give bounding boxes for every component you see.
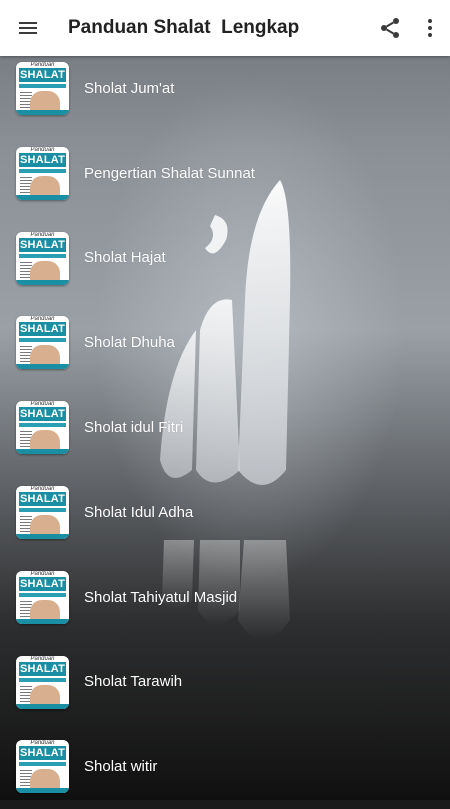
- list-item-label: Sholat Tahiyatul Masjid: [84, 588, 238, 606]
- list-item-label: Sholat witir: [84, 758, 158, 776]
- app-logo-thumbnail: Panduan SHALAT: [16, 316, 69, 370]
- list-item[interactable]: Panduan SHALAT Pengertian Shalat Sunnat: [0, 131, 450, 216]
- list-item[interactable]: Panduan SHALAT Sholat Hajat: [0, 216, 450, 301]
- list-item-label: Sholat Jum'at: [84, 79, 175, 97]
- list-item-label: Pengertian Shalat Sunnat: [84, 164, 255, 182]
- app-logo-thumbnail: Panduan SHALAT: [16, 485, 69, 539]
- page-title: Panduan Shalat Lengkap: [68, 17, 300, 38]
- share-icon[interactable]: [378, 16, 402, 40]
- list-item-label: Sholat Idul Adha: [84, 503, 194, 521]
- list-item[interactable]: Panduan SHALAT Sholat idul Fitri: [0, 385, 450, 470]
- app-logo-thumbnail: Panduan SHALAT: [16, 740, 69, 794]
- list-item-label: Sholat Tarawih: [84, 673, 183, 691]
- list-item-label: Sholat idul Fitri: [84, 419, 184, 437]
- app-logo-thumbnail: Panduan SHALAT: [16, 655, 69, 709]
- list-item[interactable]: Panduan SHALAT Sholat Tahiyatul Masjid: [0, 555, 450, 640]
- list-item[interactable]: Panduan SHALAT Sholat Dhuha: [0, 300, 450, 385]
- list-item[interactable]: Panduan SHALAT Sholat Jum'at: [0, 46, 450, 131]
- list-item-label: Sholat Dhuha: [84, 334, 175, 352]
- prayer-list: Panduan SHALAT Sholat Jum'at Panduan SHA…: [0, 46, 450, 809]
- app-logo-thumbnail: Panduan SHALAT: [16, 570, 69, 624]
- app-bar: Panduan Shalat Lengkap: [0, 0, 450, 56]
- more-vert-icon[interactable]: [418, 16, 442, 40]
- hamburger-menu-icon[interactable]: [0, 0, 56, 56]
- list-item[interactable]: Panduan SHALAT Sholat witir: [0, 724, 450, 809]
- app-logo-thumbnail: Panduan SHALAT: [16, 146, 69, 200]
- app-logo-thumbnail: Panduan SHALAT: [16, 231, 69, 285]
- list-item[interactable]: Panduan SHALAT Sholat Tarawih: [0, 640, 450, 725]
- app-logo-thumbnail: Panduan SHALAT: [16, 401, 69, 455]
- app-logo-thumbnail: Panduan SHALAT: [16, 62, 69, 115]
- list-item[interactable]: Panduan SHALAT Sholat Idul Adha: [0, 470, 450, 555]
- list-item-label: Sholat Hajat: [84, 249, 166, 267]
